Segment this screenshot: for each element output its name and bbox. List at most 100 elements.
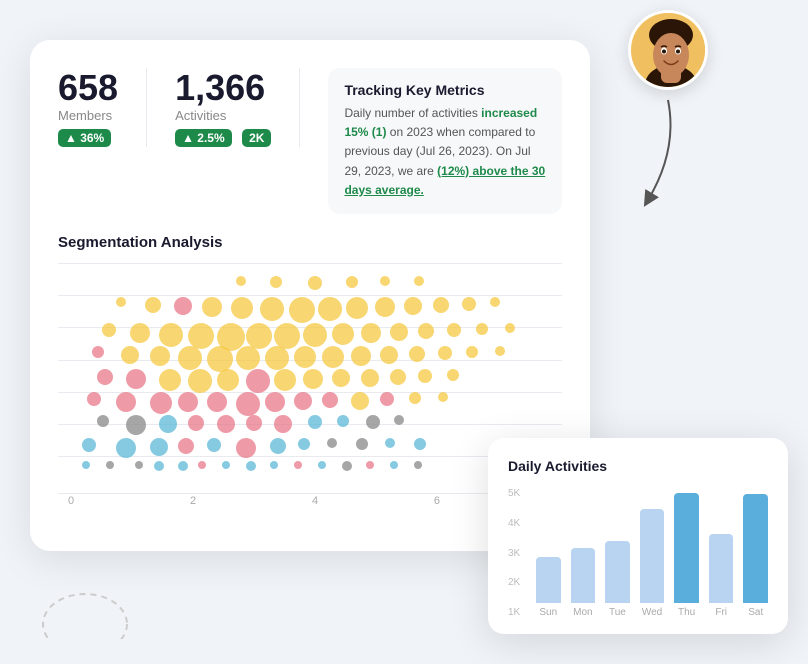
scatter-dot xyxy=(294,346,316,368)
scatter-dot xyxy=(414,438,426,450)
scatter-dot xyxy=(106,461,114,469)
scatter-dot xyxy=(366,461,374,469)
scatter-dot xyxy=(351,346,371,366)
members-value: 658 xyxy=(58,68,118,108)
scatter-dot xyxy=(260,297,284,321)
scatter-dot xyxy=(116,438,136,458)
scatter-dot xyxy=(92,346,104,358)
grid-line xyxy=(58,295,562,296)
scatter-dot xyxy=(337,415,349,427)
bar xyxy=(640,509,665,603)
tracking-text: Daily number of activities increased 15%… xyxy=(344,104,546,200)
scatter-dot xyxy=(390,461,398,469)
x-label-6: 6 xyxy=(434,495,440,507)
bar-label: Wed xyxy=(642,607,662,618)
activities-value: 1,366 xyxy=(175,68,271,108)
scatter-dot xyxy=(322,346,344,368)
bar xyxy=(571,548,596,603)
scatter-dot xyxy=(332,369,350,387)
seg-canvas xyxy=(58,263,562,493)
bar xyxy=(674,493,699,603)
scatter-dot xyxy=(390,369,406,385)
scatter-dot xyxy=(418,369,432,383)
bar-group: Thu xyxy=(674,493,699,618)
scatter-dot xyxy=(150,346,170,366)
y-label-1k: 1K xyxy=(508,607,520,618)
daily-title: Daily Activities xyxy=(508,458,768,474)
scatter-dot xyxy=(130,323,150,343)
scatter-dot xyxy=(97,369,113,385)
scatter-dot xyxy=(414,276,424,286)
bar-group: Sun xyxy=(536,557,561,618)
scatter-dot xyxy=(207,392,227,412)
bar-chart-wrap: 5K 4K 3K 2K 1K Sun Mon Tue Wed Thu Fri Sat xyxy=(508,488,768,618)
bar xyxy=(709,534,734,603)
scatter-dot xyxy=(178,346,202,370)
activities-badge: ▲ 2.5% xyxy=(175,129,232,147)
scatter-dot xyxy=(82,461,90,469)
scatter-dot xyxy=(222,461,230,469)
activities-badge2: 2K xyxy=(242,129,271,147)
activities-label: Activities xyxy=(175,108,271,123)
scatter-dot xyxy=(418,323,434,339)
scatter-dot xyxy=(433,297,449,313)
scatter-dot xyxy=(332,323,354,345)
scatter-dot xyxy=(246,323,272,349)
y-label-4k: 4K xyxy=(508,518,520,529)
scatter-dot xyxy=(102,323,116,337)
y-label-2k: 2K xyxy=(508,577,520,588)
scatter-dot xyxy=(87,392,101,406)
scatter-dot xyxy=(178,392,198,412)
scatter-dot xyxy=(145,297,161,313)
scatter-dot xyxy=(135,461,143,469)
bar-label: Fri xyxy=(715,607,727,618)
tracking-title: Tracking Key Metrics xyxy=(344,82,546,98)
scatter-dot xyxy=(385,438,395,448)
scatter-dot xyxy=(361,323,381,343)
grid-line xyxy=(58,392,562,393)
scatter-dot xyxy=(380,346,398,364)
scatter-dot xyxy=(356,438,368,450)
scatter-dot xyxy=(409,392,421,404)
scatter-dot xyxy=(231,297,253,319)
grid-line xyxy=(58,493,562,494)
scatter-dot xyxy=(159,415,177,433)
seg-title: Segmentation Analysis xyxy=(58,234,562,251)
scatter-dot xyxy=(236,438,256,458)
scatter-dot xyxy=(154,461,164,471)
scatter-dot xyxy=(116,297,126,307)
scatter-dot xyxy=(294,392,312,410)
scatter-dot xyxy=(202,297,222,317)
scatter-dot xyxy=(308,415,322,429)
avatar xyxy=(628,10,708,90)
scatter-dot xyxy=(159,323,183,347)
members-stat: 658 Members ▲ 36% xyxy=(58,68,147,147)
bar-group: Sat xyxy=(743,494,768,618)
y-label-3k: 3K xyxy=(508,548,520,559)
scatter-dot xyxy=(265,346,289,370)
highlight-average: (12%) above the 30 days average. xyxy=(344,164,545,197)
bar xyxy=(743,494,768,603)
scatter-dot xyxy=(298,438,310,450)
scatter-dot xyxy=(246,461,256,471)
scatter-dot xyxy=(178,438,194,454)
scatter-dot xyxy=(274,369,296,391)
scatter-dot xyxy=(270,438,286,454)
x-label-2: 2 xyxy=(190,495,196,507)
scatter-dot xyxy=(174,297,192,315)
scatter-dot xyxy=(217,415,235,433)
bar-group: Tue xyxy=(605,541,630,618)
scatter-dot xyxy=(217,369,239,391)
y-axis: 5K 4K 3K 2K 1K xyxy=(508,488,520,618)
scatter-dot xyxy=(97,415,109,427)
decorative-dashes xyxy=(40,569,130,644)
bar-group: Mon xyxy=(571,548,596,618)
scatter-dot xyxy=(270,276,282,288)
scatter-dot xyxy=(274,323,300,349)
members-label: Members xyxy=(58,108,118,123)
bar-chart: Sun Mon Tue Wed Thu Fri Sat xyxy=(536,488,768,618)
activities-stat: 1,366 Activities ▲ 2.5% 2K xyxy=(175,68,300,147)
scatter-dot xyxy=(476,323,488,335)
scatter-dot xyxy=(380,276,390,286)
scatter-dot xyxy=(346,297,368,319)
